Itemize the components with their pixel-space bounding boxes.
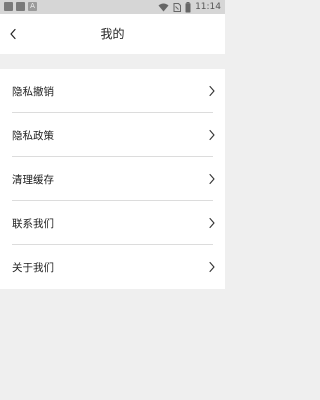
chevron-right-icon xyxy=(209,261,215,273)
notification-icon xyxy=(16,2,25,11)
chevron-right-icon xyxy=(209,173,215,185)
menu-item-label: 清理缓存 xyxy=(12,173,54,186)
menu-item-label: 隐私撤销 xyxy=(12,85,54,98)
status-left-icons: A xyxy=(4,2,37,11)
chevron-right-icon xyxy=(209,129,215,141)
menu-item-label: 联系我们 xyxy=(12,217,54,230)
menu-item-about-us[interactable]: 关于我们 xyxy=(0,245,225,289)
menu-item-label: 隐私政策 xyxy=(12,129,54,142)
wifi-icon xyxy=(158,3,169,11)
chevron-right-icon xyxy=(209,217,215,229)
sim-icon xyxy=(173,2,182,12)
menu-item-privacy-revoke[interactable]: 隐私撤销 xyxy=(0,69,225,113)
page-title: 我的 xyxy=(100,27,125,41)
status-time: 11:14 xyxy=(195,2,221,12)
chevron-right-icon xyxy=(209,85,215,97)
settings-menu: 隐私撤销 隐私政策 清理缓存 联系我们 关于我们 xyxy=(0,69,225,289)
chevron-left-icon xyxy=(10,28,16,40)
menu-item-label: 关于我们 xyxy=(12,261,54,274)
status-bar: A 11:14 xyxy=(0,0,225,14)
notification-icon xyxy=(4,2,13,11)
menu-item-clear-cache[interactable]: 清理缓存 xyxy=(0,157,225,201)
status-right-icons: 11:14 xyxy=(158,1,221,13)
back-button[interactable] xyxy=(0,14,26,54)
menu-item-privacy-policy[interactable]: 隐私政策 xyxy=(0,113,225,157)
a-icon: A xyxy=(28,2,37,11)
a-icon-letter: A xyxy=(30,2,35,10)
menu-item-contact-us[interactable]: 联系我们 xyxy=(0,201,225,245)
nav-bar: 我的 xyxy=(0,14,225,54)
battery-icon xyxy=(185,1,191,13)
